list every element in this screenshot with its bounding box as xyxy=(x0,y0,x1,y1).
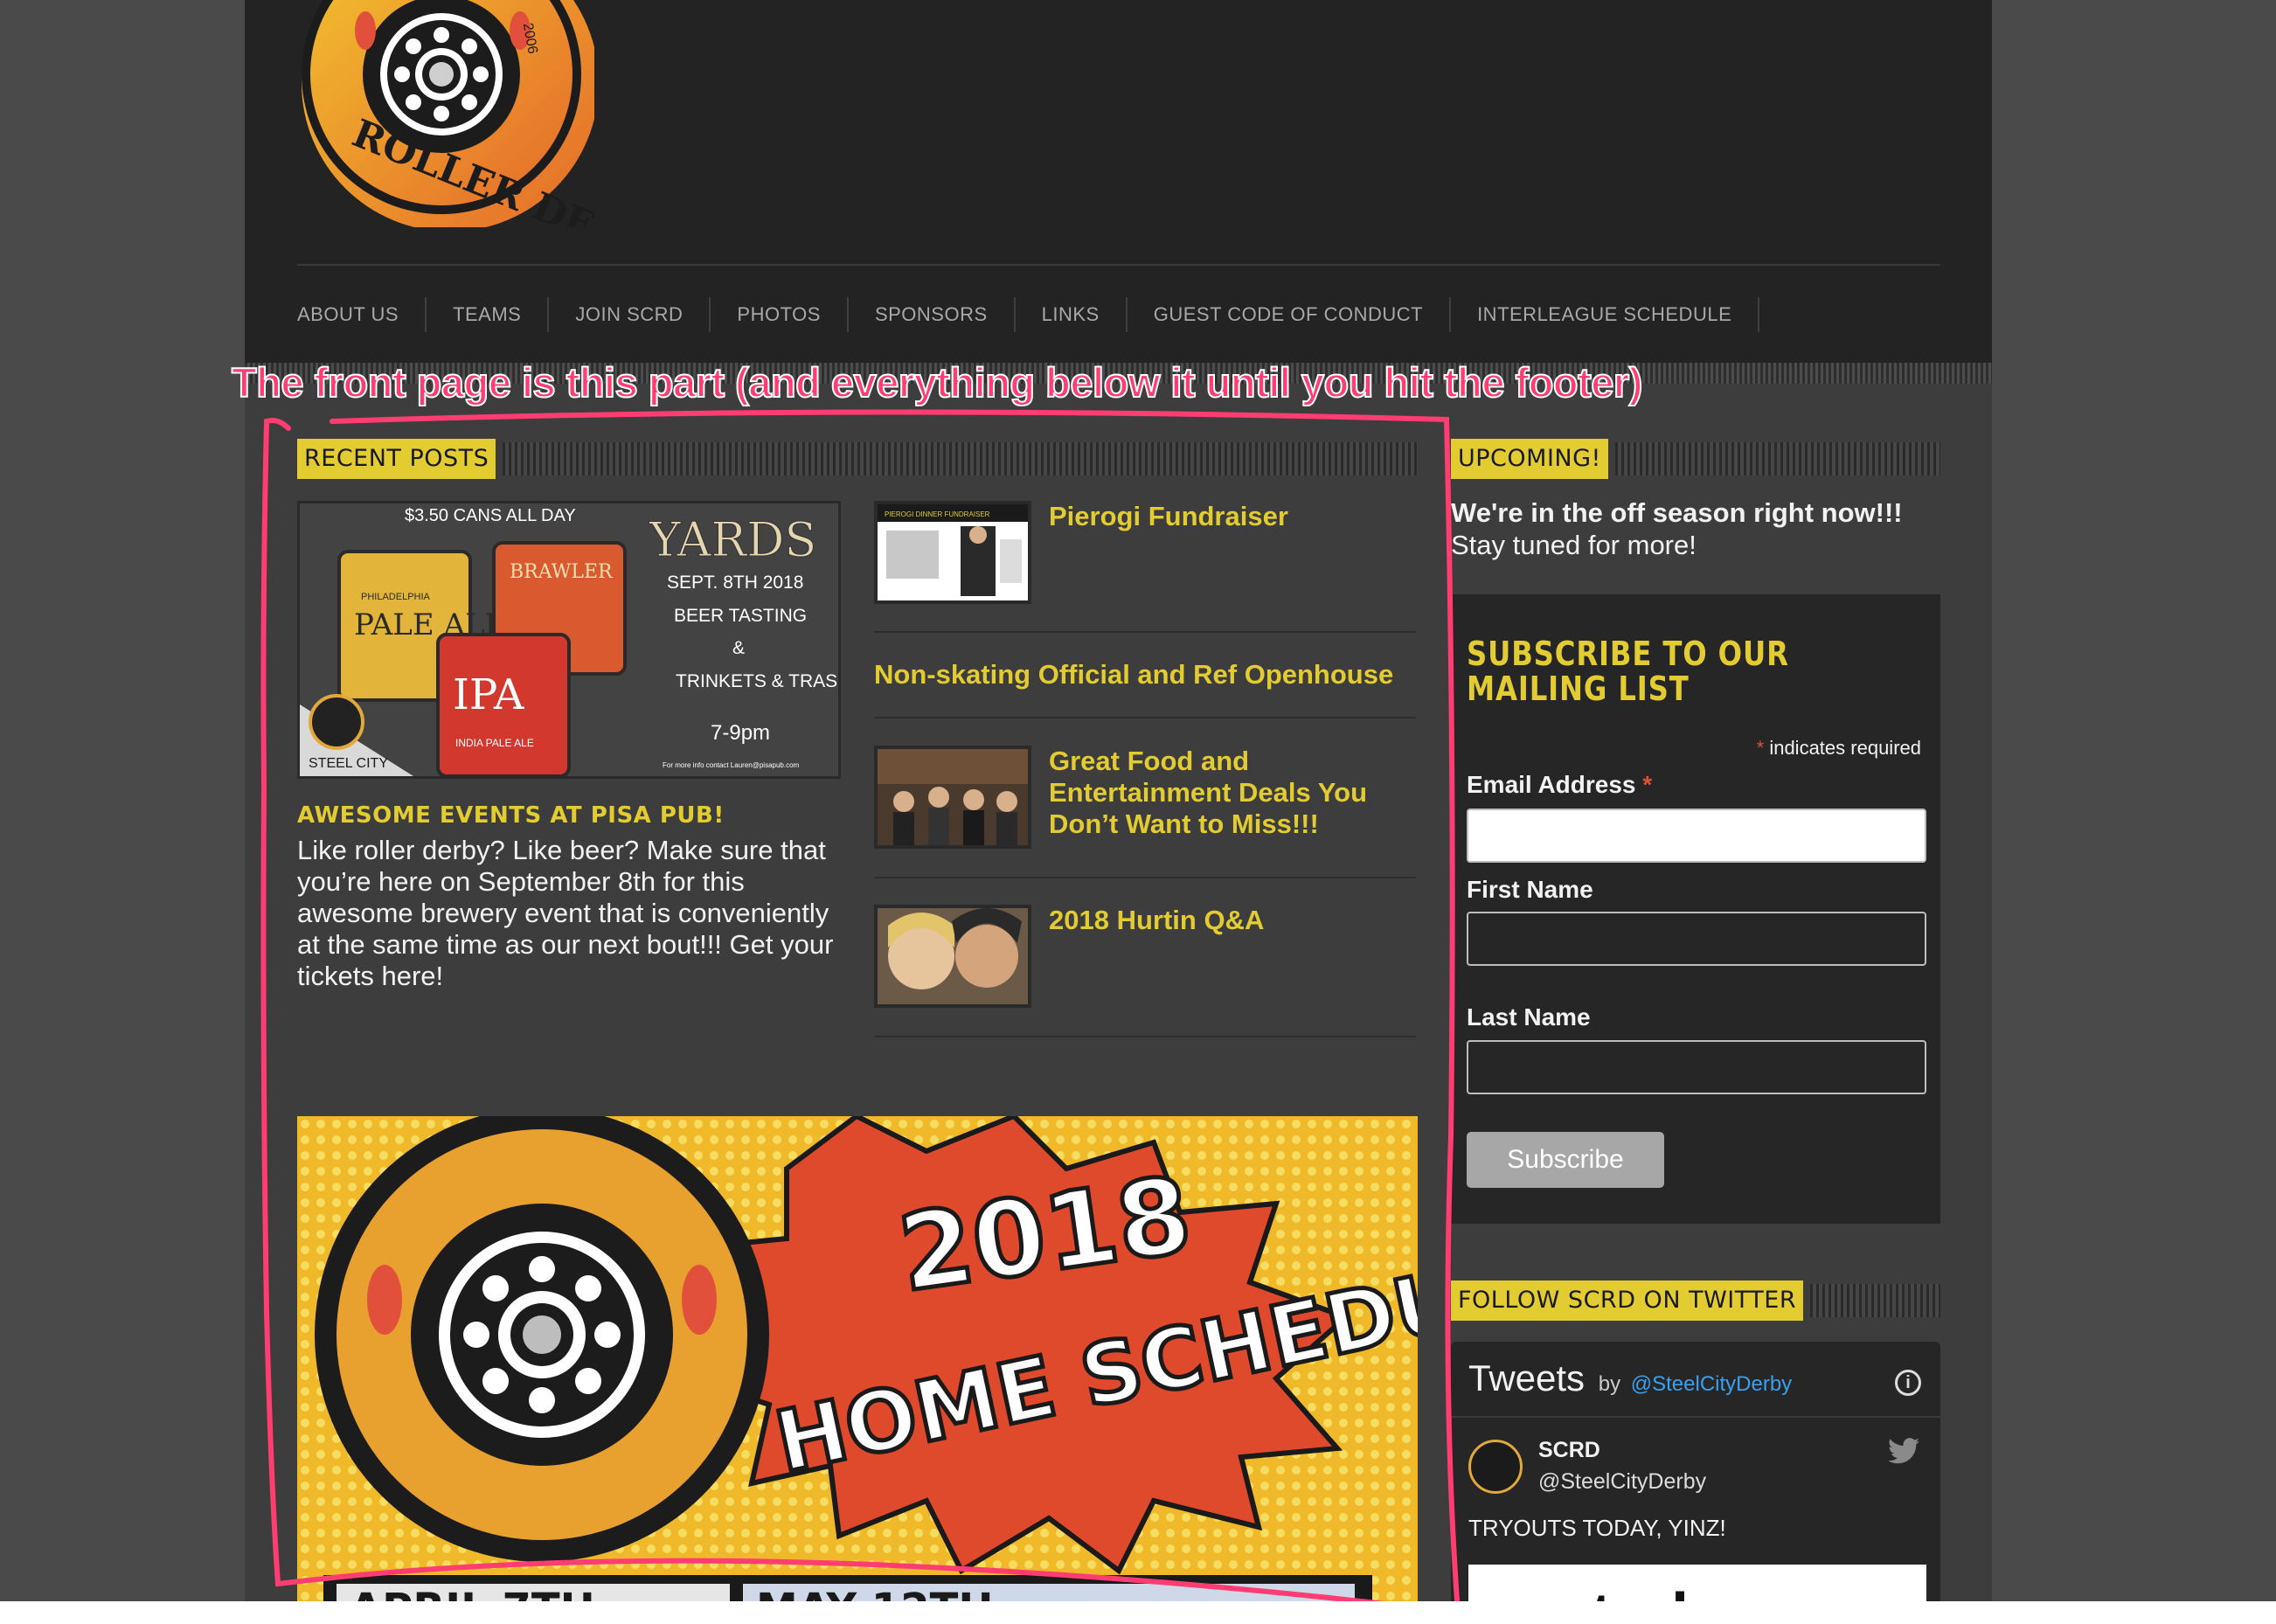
annotation-outline xyxy=(260,409,1461,1616)
browser-bottom-edge xyxy=(0,1601,2276,1624)
